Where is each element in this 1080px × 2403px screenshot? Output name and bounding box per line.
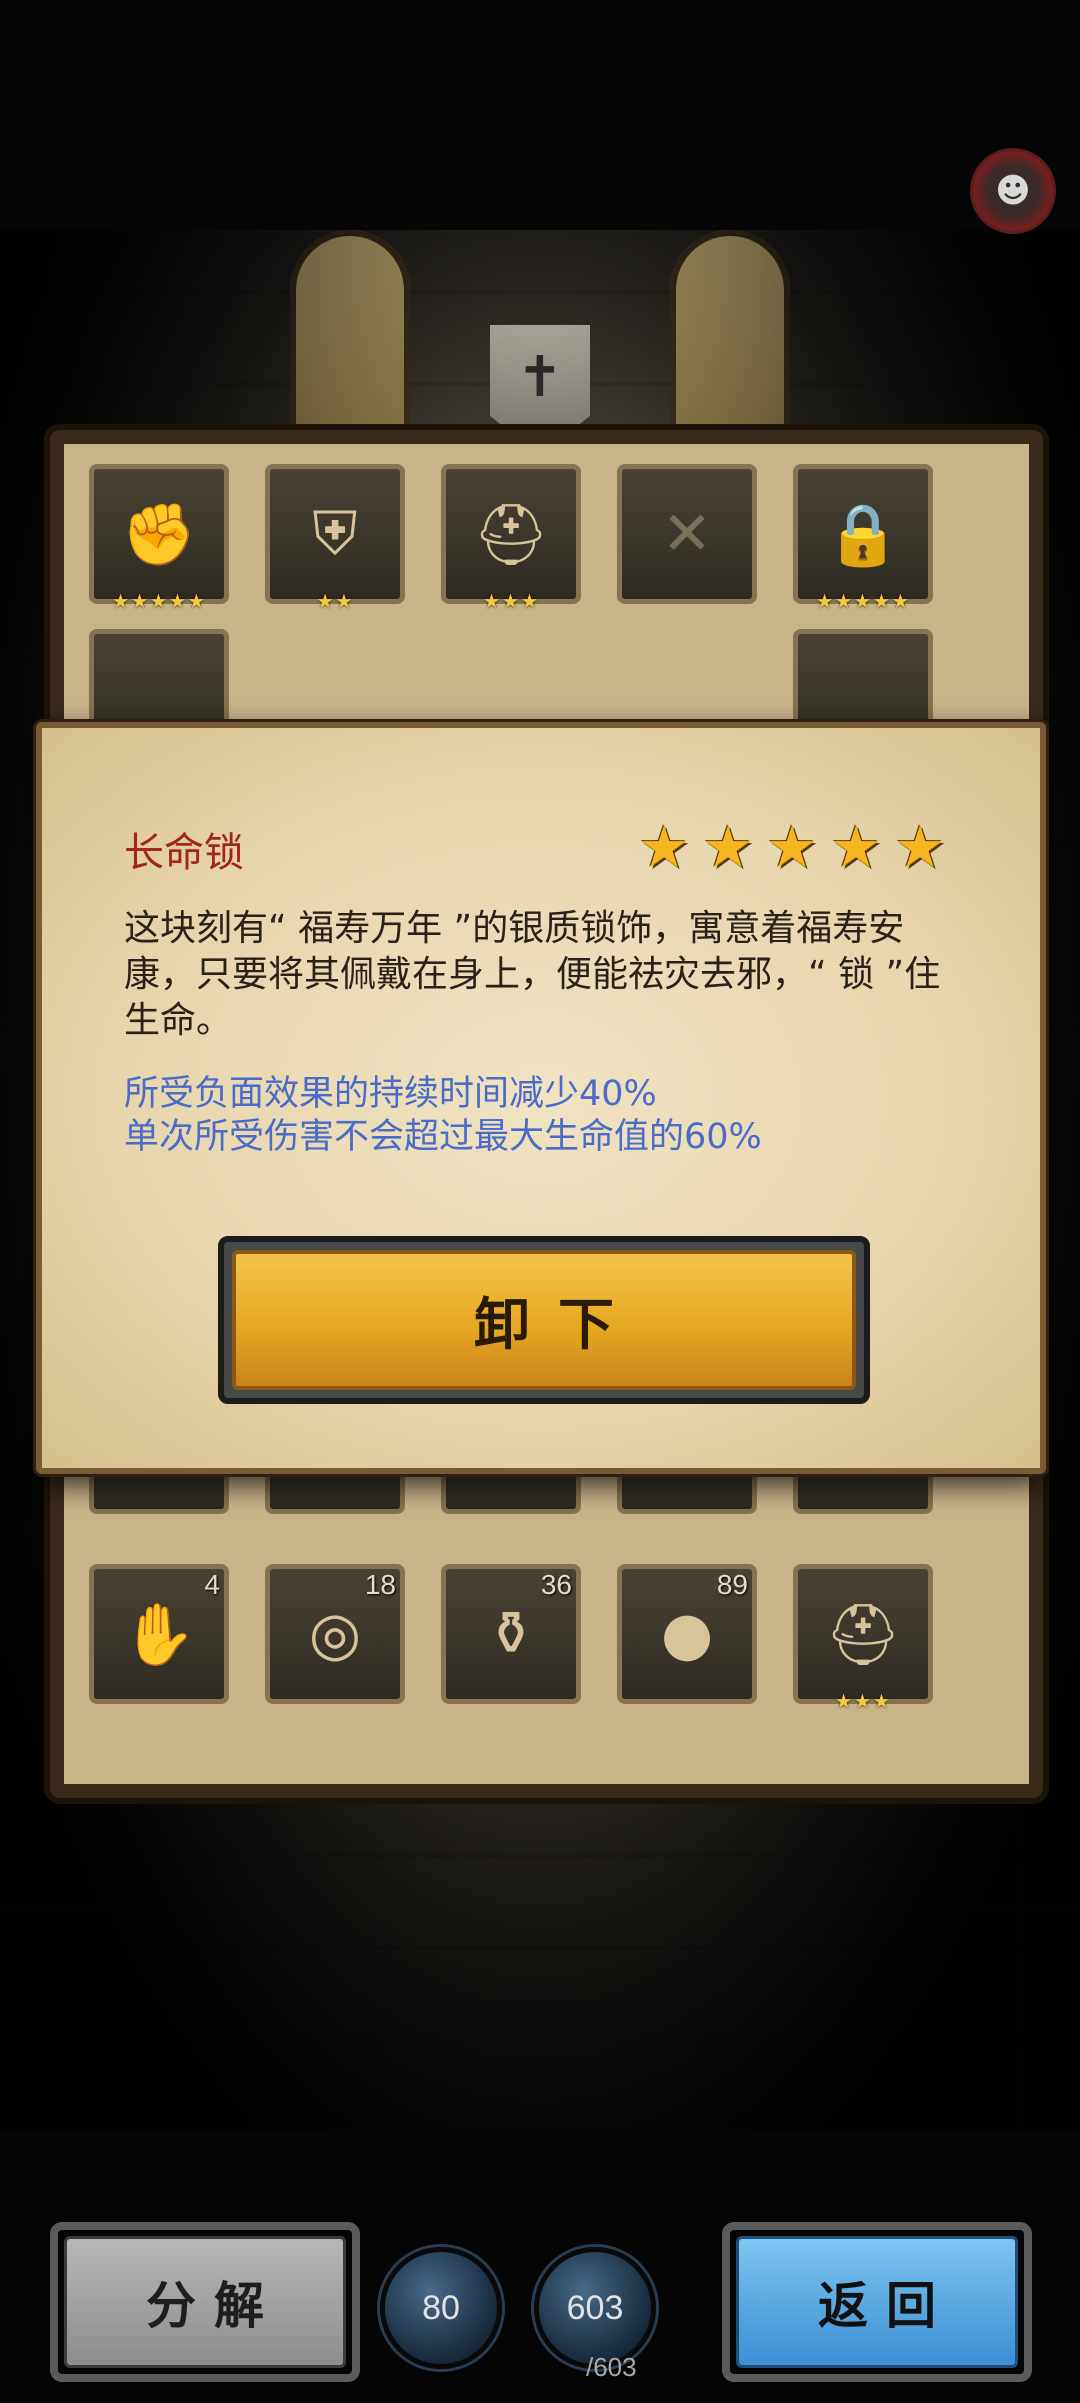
decompose-label: 分解 [64,2236,346,2368]
bag-slot-nut[interactable]: ● 89 [617,1564,757,1704]
equip-slot-helmet[interactable]: ⛑ ★★★ [441,464,581,613]
unequip-label: 卸下 [232,1250,856,1390]
star-icon: ★ [894,813,946,881]
equip-slot-lock[interactable]: 🔒 ★★★★★ [793,464,933,613]
decompose-button[interactable]: 分解 [50,2222,360,2382]
pillar-right [670,230,790,430]
cross-icon: ✝ [516,345,564,410]
settings-button[interactable]: ☻ [970,148,1056,234]
star-icon: ★ [830,813,882,881]
item-count: 89 [716,1569,748,1600]
item-stars: ★★★★★ [111,589,207,613]
spartan-helmet-icon: ⛑ [824,1599,902,1670]
item-stars: ★★★ [834,1689,892,1713]
item-stars: ★★ [316,589,354,613]
bag-slot-buddha-hand[interactable]: ✋ 4 [89,1564,229,1704]
character-face-icon: ☻ [995,171,1031,211]
item-count: 18 [364,1569,396,1600]
item-description: 这块刻有“ 福寿万年 ”的银质锁饰，寓意着福寿安康，只要将其佩戴在身上，便能祛灾… [124,908,941,1041]
nut-icon: ● [660,1599,714,1669]
spartan-helmet-icon: ⛑ [472,499,550,570]
item-stars: ★★★★★ [815,589,911,613]
crossbow-icon: ✕ [661,499,713,569]
pillar-left [290,230,410,430]
bag-slot-coin[interactable]: ◎ 18 [265,1564,405,1704]
equip-slot-gauntlet[interactable]: ✊ ★★★★★ [89,464,229,613]
equip-slot-crossbow[interactable]: ✕ [617,464,757,604]
orb1-value: 80 [422,2288,460,2327]
star-icon: ★ [766,813,818,881]
longevity-lock-icon: 🔒 [825,499,901,570]
bag-slot-helmet[interactable]: ⛑ ★★★ [793,1564,933,1713]
resource-orb-1: 80 [380,2247,502,2369]
back-label: 返回 [736,2236,1018,2368]
unequip-button[interactable]: 卸下 [218,1236,870,1404]
equip-slot-armor[interactable]: ⛨ ★★ [265,464,405,613]
effect-line: 单次所受伤害不会超过最大生命值的60% [124,1117,762,1157]
item-rating: ★ ★ ★ ★ ★ [638,818,952,876]
item-name: 长命锁 [124,830,244,876]
buddha-hand-icon: ✋ [121,1599,197,1670]
vase-icon: ⚱ [485,1599,537,1669]
armor-icon: ⛨ [312,499,358,569]
item-effects: 所受负面效果的持续时间减少40% 单次所受伤害不会超过最大生命值的60% [124,1073,984,1159]
item-stars: ★★★ [482,589,540,613]
gauntlet-icon: ✊ [121,499,197,570]
orb2-max: /603 [586,2352,637,2382]
back-button[interactable]: 返回 [722,2222,1032,2382]
orb2-value: 603 [566,2288,624,2327]
resource-orb-2: 603 [534,2247,656,2369]
effect-line: 所受负面效果的持续时间减少40% [124,1074,657,1114]
item-count: 4 [204,1569,220,1600]
star-icon: ★ [702,813,754,881]
star-icon: ★ [638,813,690,881]
item-count: 36 [540,1569,572,1600]
bag-slot-vase[interactable]: ⚱ 36 [441,1564,581,1704]
coin-icon: ◎ [308,1599,362,1669]
item-detail-dialog: 长命锁 ★ ★ ★ ★ ★ 这块刻有“ 福寿万年 ”的银质锁饰，寓意着福寿安康，… [36,722,1046,1474]
